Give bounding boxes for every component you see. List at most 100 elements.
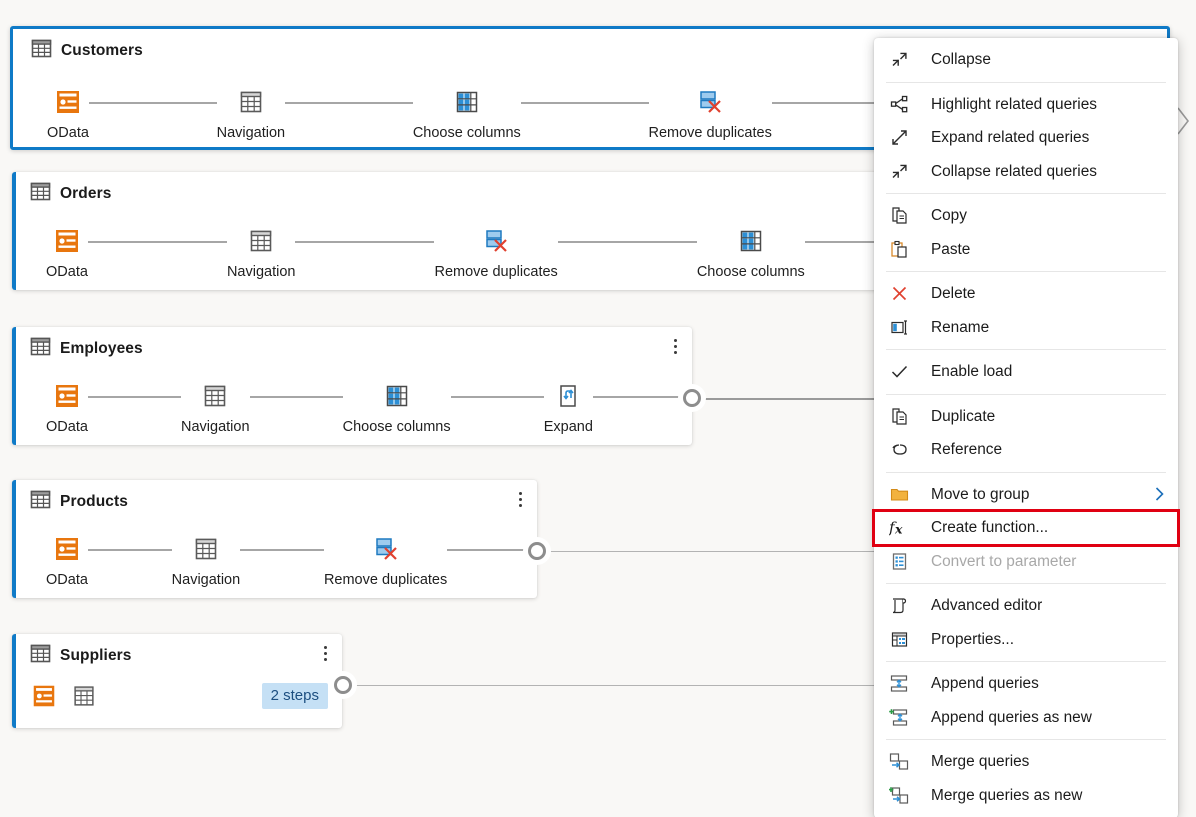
menu-item-label: Reference — [931, 441, 1003, 459]
menu-item-delete[interactable]: Delete — [874, 277, 1178, 311]
query-card-suppliers[interactable]: Suppliers 2 steps — [12, 634, 342, 728]
menu-item-create-function[interactable]: f x Create function... — [872, 509, 1180, 547]
menu-item-collapse[interactable]: Collapse — [874, 43, 1178, 77]
query-card-header: Products — [12, 480, 537, 514]
query-card-title: Products — [60, 493, 128, 510]
table-icon — [30, 643, 51, 669]
dependency-wire-products — [545, 551, 885, 553]
step-expand[interactable]: Expand — [544, 381, 593, 435]
menu-item-move-to-group[interactable]: Move to group — [874, 478, 1178, 512]
step-navigation[interactable]: Navigation — [172, 534, 240, 588]
menu-item-append-queries-as-new[interactable]: Append queries as new — [874, 701, 1178, 735]
menu-item-label: Convert to parameter — [931, 552, 1077, 570]
step-label: Expand — [543, 419, 593, 435]
menu-separator — [886, 271, 1166, 272]
menu-item-label: Properties... — [931, 630, 1014, 648]
query-card-accent-bar — [12, 480, 16, 598]
query-context-menu[interactable]: Collapse Highlight related queries Expan… — [872, 38, 1180, 817]
query-card-tools[interactable] — [668, 336, 682, 356]
menu-item-paste[interactable]: Paste — [874, 233, 1178, 267]
step-odata[interactable]: OData — [46, 381, 88, 435]
step-label: Choose columns — [342, 419, 451, 435]
step-odata[interactable]: OData — [47, 87, 89, 141]
step-choose-columns[interactable]: Choose columns — [697, 226, 805, 280]
remove-duplicates-icon — [695, 87, 725, 117]
step-navigation[interactable]: Navigation — [181, 381, 250, 435]
query-card-employees[interactable]: Employees OData Navigation Choose column… — [12, 327, 692, 445]
step-label: Navigation — [216, 125, 286, 141]
link-node-employees[interactable] — [683, 389, 701, 407]
odata-source-icon — [52, 226, 82, 256]
table-icon — [31, 38, 52, 64]
menu-item-rename[interactable]: Rename — [874, 311, 1178, 345]
menu-item-label: Expand related queries — [931, 129, 1090, 147]
menu-item-reference[interactable]: Reference — [874, 433, 1178, 467]
merge-queries-new-icon — [888, 784, 910, 806]
menu-item-expand-related-queries[interactable]: Expand related queries — [874, 121, 1178, 155]
navigation-table-icon — [246, 226, 276, 256]
more-options-icon[interactable] — [668, 336, 682, 356]
more-options-icon[interactable] — [318, 643, 332, 663]
menu-item-highlight-related-queries[interactable]: Highlight related queries — [874, 88, 1178, 122]
fx-icon: f x — [888, 517, 910, 539]
remove-duplicates-icon — [481, 226, 511, 256]
step-label: Remove duplicates — [648, 125, 772, 141]
menu-separator — [886, 739, 1166, 740]
step-remove-duplicates[interactable]: Remove duplicates — [434, 226, 558, 280]
query-card-title: Employees — [60, 340, 143, 357]
more-options-icon[interactable] — [513, 489, 527, 509]
menu-item-copy[interactable]: Copy — [874, 199, 1178, 233]
step-connector — [87, 549, 172, 551]
step-connector — [240, 549, 324, 551]
query-dependencies-canvas[interactable]: Customers OData Navigation Choose column… — [0, 0, 1196, 817]
step-odata[interactable]: OData — [46, 534, 88, 588]
query-card-products[interactable]: Products OData Navigation Remove duplica… — [12, 480, 537, 598]
step-connector — [285, 102, 413, 104]
query-card-header: Suppliers — [12, 634, 342, 668]
step-label: OData — [46, 264, 88, 280]
choose-columns-icon — [382, 381, 412, 411]
step-choose-columns[interactable]: Choose columns — [413, 87, 521, 141]
navigation-table-icon — [200, 381, 230, 411]
menu-item-advanced-editor[interactable]: Advanced editor — [874, 589, 1178, 623]
menu-item-label: Delete — [931, 285, 976, 303]
reference-icon — [888, 439, 910, 461]
step-remove-duplicates[interactable]: Remove duplicates — [649, 87, 772, 141]
menu-item-label: Collapse — [931, 51, 991, 69]
query-card-tools[interactable] — [513, 489, 527, 509]
menu-item-merge-queries[interactable]: Merge queries — [874, 745, 1178, 779]
menu-item-append-queries[interactable]: Append queries — [874, 667, 1178, 701]
steps-count-badge[interactable]: 2 steps — [261, 683, 328, 709]
step-label: OData — [47, 125, 89, 141]
highlight-related-icon — [888, 93, 910, 115]
link-node-suppliers[interactable] — [334, 676, 352, 694]
menu-item-duplicate[interactable]: Duplicate — [874, 400, 1178, 434]
step-odata[interactable]: OData — [46, 226, 88, 280]
step-remove-duplicates[interactable]: Remove duplicates — [324, 534, 447, 588]
odata-source-icon — [52, 534, 82, 564]
table-icon — [30, 489, 51, 515]
menu-item-label: Rename — [931, 318, 990, 336]
menu-item-label: Append queries as new — [931, 708, 1092, 726]
table-icon — [30, 336, 51, 362]
query-card-accent-bar — [12, 327, 16, 445]
menu-item-merge-queries-as-new[interactable]: Merge queries as new — [874, 779, 1178, 813]
odata-source-icon — [52, 381, 82, 411]
step-choose-columns[interactable]: Choose columns — [343, 381, 451, 435]
link-node-products[interactable] — [528, 542, 546, 560]
step-navigation[interactable]: Navigation — [227, 226, 295, 280]
menu-item-collapse-related-queries[interactable]: Collapse related queries — [874, 155, 1178, 189]
applied-steps-list: OData Navigation — [46, 534, 532, 588]
parameter-icon — [888, 550, 910, 572]
rename-icon — [888, 316, 910, 338]
menu-item-label: Duplicate — [931, 407, 996, 425]
expand-column-icon — [553, 381, 583, 411]
menu-item-enable-load[interactable]: Enable load — [874, 355, 1178, 389]
menu-item-properties[interactable]: Properties... — [874, 623, 1178, 657]
step-navigation[interactable]: Navigation — [216, 87, 286, 141]
query-card-tools[interactable] — [318, 643, 332, 663]
navigation-table-icon — [236, 87, 266, 117]
append-queries-icon — [888, 673, 910, 695]
chevron-right-icon — [1153, 486, 1166, 502]
advanced-editor-icon — [888, 595, 910, 617]
